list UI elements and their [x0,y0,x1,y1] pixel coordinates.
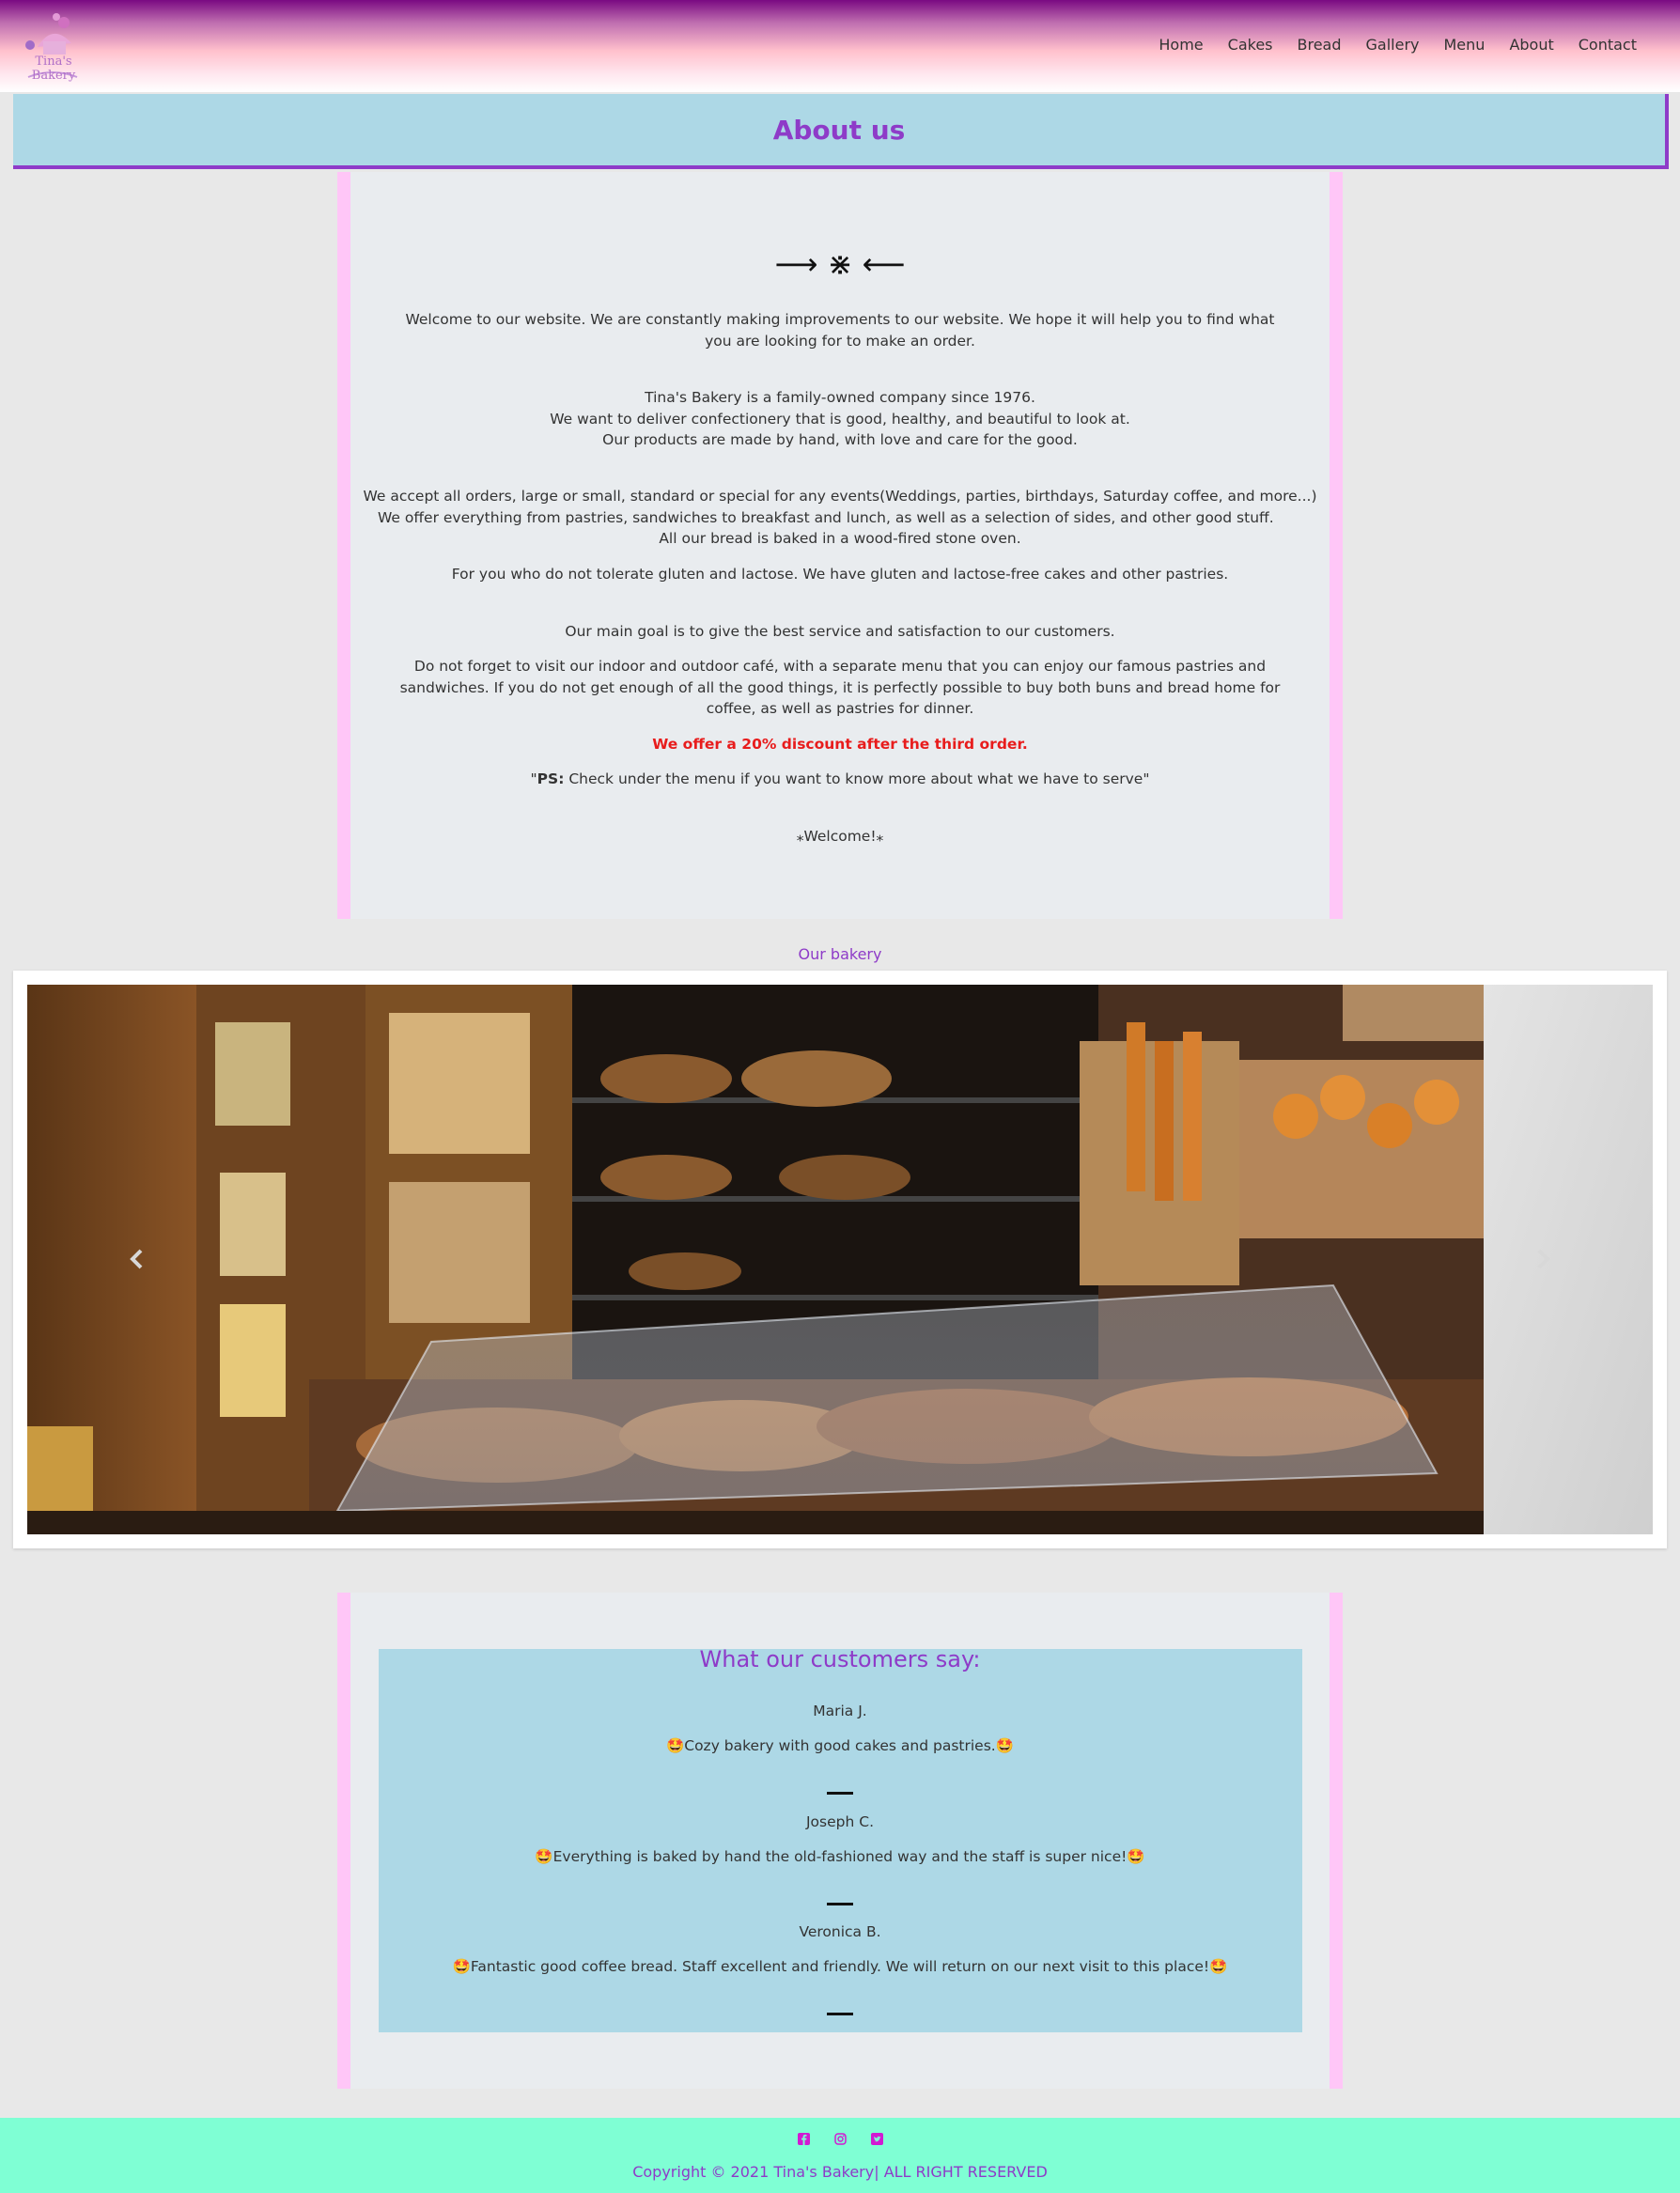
bakery-photo [27,985,1653,1534]
ps-note: "PS: Check under the menu if you want to… [0,769,1680,790]
nav-contact[interactable]: Contact [1579,36,1637,54]
chevron-right-icon [1537,1249,1550,1269]
about-banner: About us [13,94,1669,169]
review-divider [827,1792,853,1795]
reviews-title: What our customers say: [699,1646,981,1672]
ornament-divider: ⟶ ⋇ ⟵ [774,246,906,282]
about-paragraph-orders: We accept all orders, large or small, st… [0,486,1680,550]
review-text: 🤩Everything is baked by hand the old-fas… [535,1848,1145,1865]
ps-text: Check under the menu if you want to know… [564,770,1150,787]
about-paragraph-welcome: Welcome to our website. We are constantl… [405,311,1275,350]
bakery-carousel [13,971,1667,1548]
instagram-icon[interactable] [833,2131,847,2145]
about-paragraph-cafe: Do not forget to visit our indoor and ou… [399,658,1281,717]
facebook-icon[interactable] [797,2131,810,2145]
about-line: We want to deliver confectionery that is… [550,410,1130,428]
about-paragraph-gluten: For you who do not tolerate gluten and l… [451,566,1229,583]
about-line: We offer everything from pastries, sandw… [378,508,1274,526]
about-line: All our bread is baked in a wood-fired s… [659,530,1021,547]
about-line: We accept all orders, large or small, st… [363,488,1317,505]
copyright-text: Copyright © 2021 Tina's Bakery| ALL RIGH… [632,2163,1048,2181]
review-divider [827,1903,853,1905]
about-paragraph-company: Tina's Bakery is a family-owned company … [0,387,1680,451]
about-line: Our products are made by hand, with love… [602,431,1078,448]
about-line: Tina's Bakery is a family-owned company … [645,389,1035,406]
nav-menu[interactable]: Menu [1444,36,1486,54]
review-text: 🤩Fantastic good coffee bread. Staff exce… [452,1958,1228,1975]
carousel-prev-button[interactable] [130,1248,143,1276]
nav-home[interactable]: Home [1159,36,1203,54]
social-links [0,2131,1680,2145]
site-header: Tina's Bakery Home Cakes Bread Gallery M… [0,0,1680,92]
about-paragraph-goal: Our main goal is to give the best servic… [565,623,1115,640]
bakery-interior-image [27,985,1653,1534]
discount-text: We offer a 20% discount after the third … [652,736,1028,753]
carousel-next-button[interactable] [1537,1248,1550,1276]
gallery-label: Our bakery [798,945,882,963]
page-title: About us [772,114,906,146]
ps-label: PS: [537,770,565,787]
site-footer: Copyright © 2021 Tina's Bakery| ALL RIGH… [0,2118,1680,2193]
review-author: Veronica B. [799,1923,881,1940]
nav-bread[interactable]: Bread [1298,36,1342,54]
review-divider [827,2013,853,2015]
review-text: 🤩Cozy bakery with good cakes and pastrie… [665,1737,1015,1754]
nav-gallery[interactable]: Gallery [1366,36,1420,54]
logo-text: Tina's Bakery [31,54,76,83]
chevron-left-icon [130,1249,143,1269]
nav-cakes[interactable]: Cakes [1228,36,1273,54]
bakery-logo[interactable]: Tina's Bakery [15,9,92,83]
review-author: Joseph C. [805,1813,874,1830]
main-nav: Home Cakes Bread Gallery Menu About Cont… [1134,36,1637,54]
ps-open-quote: " [530,770,537,787]
review-author: Maria J. [813,1703,867,1719]
twitter-icon[interactable] [870,2131,883,2145]
welcome-text: ⁎Welcome!⁎ [796,828,884,845]
nav-about[interactable]: About [1509,36,1553,54]
